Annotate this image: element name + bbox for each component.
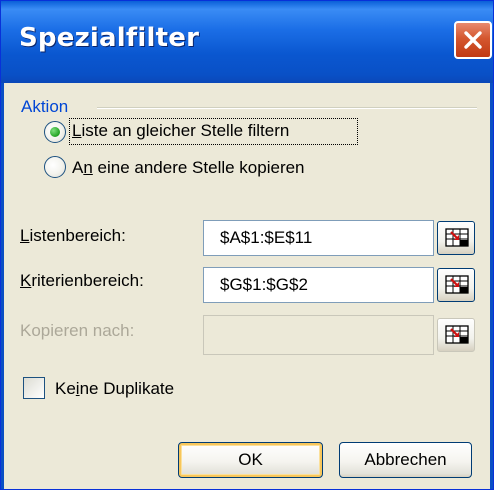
window-title: Spezialfilter <box>19 23 200 53</box>
close-icon <box>464 31 482 49</box>
group-label-aktion: Aktion <box>21 97 69 116</box>
group-divider <box>97 107 477 109</box>
title-bar[interactable]: Spezialfilter <box>1 1 493 83</box>
copy-to-input[interactable] <box>203 315 434 355</box>
range-select-icon <box>445 275 469 294</box>
criteria-range-label: Kriterienbereich: <box>20 271 144 290</box>
list-range-picker-button[interactable] <box>437 221 475 255</box>
radio-copy-to-location[interactable] <box>44 156 66 178</box>
no-duplicates-checkbox[interactable] <box>23 377 45 399</box>
criteria-range-input[interactable] <box>203 267 434 303</box>
window-frame-left <box>1 83 4 489</box>
window-frame-right <box>490 83 493 489</box>
radio-filter-in-place[interactable] <box>44 121 66 143</box>
copy-to-picker-button[interactable] <box>437 318 475 352</box>
criteria-range-picker-button[interactable] <box>437 268 475 302</box>
spezialfilter-dialog: Spezialfilter Aktion Liste an gleicher S… <box>0 0 494 490</box>
range-select-icon <box>445 228 469 247</box>
radio-filter-in-place-label[interactable]: Liste an gleicher Stelle filtern <box>72 121 289 141</box>
list-range-label: Listenbereich: <box>20 226 126 245</box>
list-range-input[interactable] <box>203 220 434 256</box>
cancel-button[interactable]: Abbrechen <box>339 442 472 478</box>
range-select-icon <box>445 325 469 344</box>
radio-copy-to-location-label[interactable]: An eine andere Stelle kopieren <box>72 158 305 178</box>
copy-to-label: Kopieren nach: <box>20 321 135 340</box>
ok-button[interactable]: OK <box>178 442 323 478</box>
radio-selected-dot <box>50 127 60 137</box>
close-button[interactable] <box>454 21 492 59</box>
no-duplicates-label[interactable]: Keine Duplikate <box>55 379 174 399</box>
